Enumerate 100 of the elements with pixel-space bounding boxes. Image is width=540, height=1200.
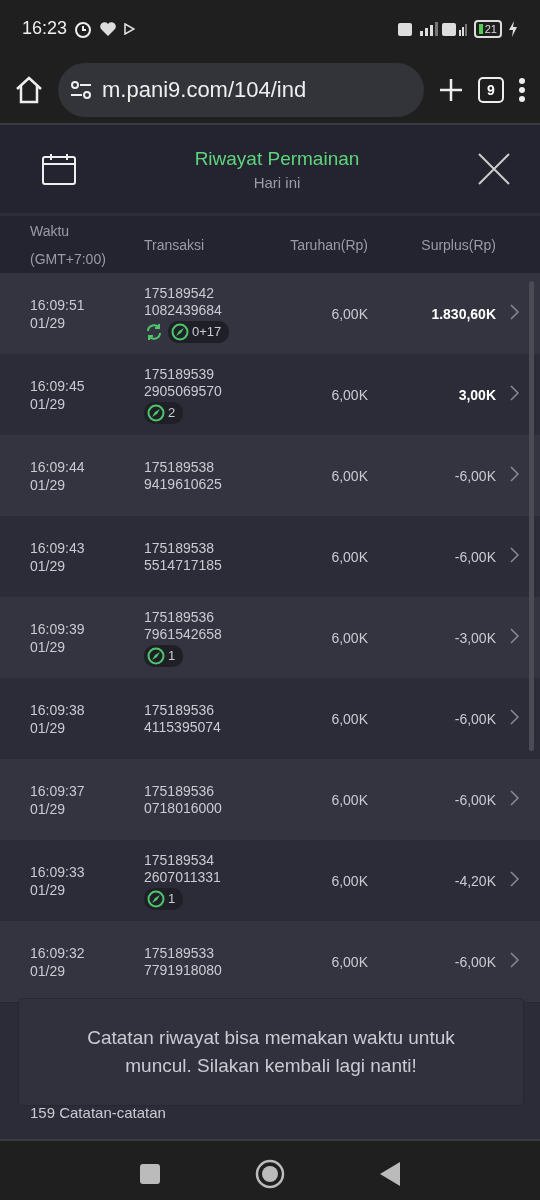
chevron-right-icon [510,952,519,968]
address-bar[interactable]: m.pani9.com/104/ind [58,63,424,117]
row-time: 16:09:33 [30,863,86,880]
row-time: 16:09:38 [30,701,86,718]
bet-amount: 6,00K [330,386,369,403]
row-date: 01/29 [30,557,67,574]
surplus-amount: 1.830,60K [430,305,496,322]
bet-amount: 6,00K [330,872,369,889]
more-icon[interactable] [518,77,526,103]
column-header: Waktu [30,222,71,239]
transaction-id: 175189542 [144,284,216,301]
compass-icon [147,646,165,665]
record-count: 159 Catatan-catatan [30,1104,166,1121]
badge-count: 0+17 [192,324,222,339]
transaction-id: 2607011331 [144,868,222,885]
history-row[interactable]: 16:09:39 01/29 175189536 7961542658 1 6,00K -3,00K [0,597,540,678]
battery-indicator: 21 [473,19,502,38]
bet-amount: 6,00K [330,629,369,646]
transaction-id: 1082439684 [144,301,223,318]
chevron-right-icon [510,871,519,887]
site-settings-icon [70,81,92,99]
home-button-icon[interactable] [255,1159,285,1189]
chevron-right-icon [510,304,519,320]
column-header: Surplus(Rp) [420,236,496,253]
row-time: 16:09:44 [30,458,86,475]
bet-amount: 6,00K [330,548,369,565]
badge-count: 1 [168,891,176,906]
bet-amount: 6,00K [330,791,369,808]
status-time: 16:23 [22,18,68,39]
row-time: 16:09:51 [30,296,86,313]
row-time: 16:09:43 [30,539,86,556]
transaction-id: 175189538 [144,459,216,475]
bet-amount: 6,00K [330,953,369,970]
transaction-id: 175189533 [144,945,216,961]
transaction-id: 7791918080 [144,962,223,978]
transaction-id: 4115395074 [144,719,222,735]
surplus-amount: 3,00K [457,386,496,403]
history-row[interactable]: 16:09:43 01/29 175189538 5514717185 6,00K -6,00K [0,516,540,597]
history-row[interactable]: 16:09:38 01/29 175189536 4115395074 6,00K -6,00K [0,678,540,759]
heart-icon [99,20,118,37]
transaction-id: 175189538 [144,540,216,556]
chevron-right-icon [510,628,519,644]
surplus-amount: -6,00K [453,548,496,565]
transaction-id: 2905069570 [144,382,223,399]
bet-amount: 6,00K [330,710,369,727]
play-icon [123,22,136,35]
recents-icon[interactable] [139,1163,161,1185]
surplus-amount: -6,00K [453,467,496,484]
chevron-right-icon [510,385,519,401]
bet-amount: 6,00K [330,305,369,322]
history-row[interactable]: 16:09:45 01/29 175189539 2905069570 2 6,00K 3,00K [0,354,540,435]
home-icon[interactable] [14,75,44,105]
transaction-id: 175189536 [144,783,216,799]
row-time: 16:09:37 [30,782,86,799]
tab-switcher[interactable]: 9 [478,77,504,103]
chevron-right-icon [510,466,519,482]
history-row[interactable]: 16:09:32 01/29 175189533 7791918080 6,00K -6,00K [0,921,540,1002]
transaction-id: 5514717185 [144,557,223,573]
toast-message: Catatan riwayat bisa memakan waktu untuk muncul. Silakan kembali lagi nanti! [18,998,524,1106]
history-row[interactable]: 16:09:51 01/29 175189542 1082439684 0+17 6,00K 1.830,60K [0,273,540,354]
compass-icon [147,403,165,422]
calendar-icon[interactable] [42,153,76,185]
transaction-id: 7961542658 [144,625,223,642]
compass-icon [171,322,189,341]
history-row[interactable]: 16:09:37 01/29 175189536 0718016000 6,00K -6,00K [0,759,540,840]
compass-icon [147,889,165,908]
column-header: Taruhan(Rp) [289,236,369,253]
row-date: 01/29 [30,314,67,331]
transaction-id: 175189534 [144,851,216,868]
row-date: 01/29 [30,962,67,979]
chevron-right-icon [510,790,519,806]
back-icon[interactable] [379,1161,401,1187]
row-date: 01/29 [30,638,67,655]
row-date: 01/29 [30,719,67,736]
history-row[interactable]: 16:09:44 01/29 175189538 9419610625 6,00K -6,00K [0,435,540,516]
plus-icon[interactable] [438,77,464,103]
date-filter: Hari ini [253,173,301,191]
row-time: 16:09:39 [30,620,86,637]
row-date: 01/29 [30,476,67,493]
badge-count: 2 [168,405,176,420]
transaction-id: 9419610625 [144,476,223,492]
column-header: Transaksi [144,236,206,253]
column-header: (GMT+7:00) [30,250,107,267]
chevron-right-icon [510,547,519,563]
row-date: 01/29 [30,800,67,817]
transaction-id: 175189536 [144,608,216,625]
bet-amount: 6,00K [330,467,369,484]
close-icon[interactable] [478,153,510,185]
transaction-id: 175189539 [144,365,216,382]
surplus-amount: -6,00K [453,791,496,808]
row-date: 01/29 [30,395,67,412]
history-row[interactable]: 16:09:33 01/29 175189534 2607011331 1 6,00K -4,20K [0,840,540,921]
chevron-right-icon [510,709,519,725]
surplus-amount: -6,00K [453,710,496,727]
surplus-amount: -6,00K [453,953,496,970]
scrollbar[interactable] [529,281,534,751]
page-title: Riwayat Permainan [194,147,360,170]
signal-icon [397,19,468,38]
refresh-icon [144,321,164,342]
row-time: 16:09:45 [30,377,86,394]
